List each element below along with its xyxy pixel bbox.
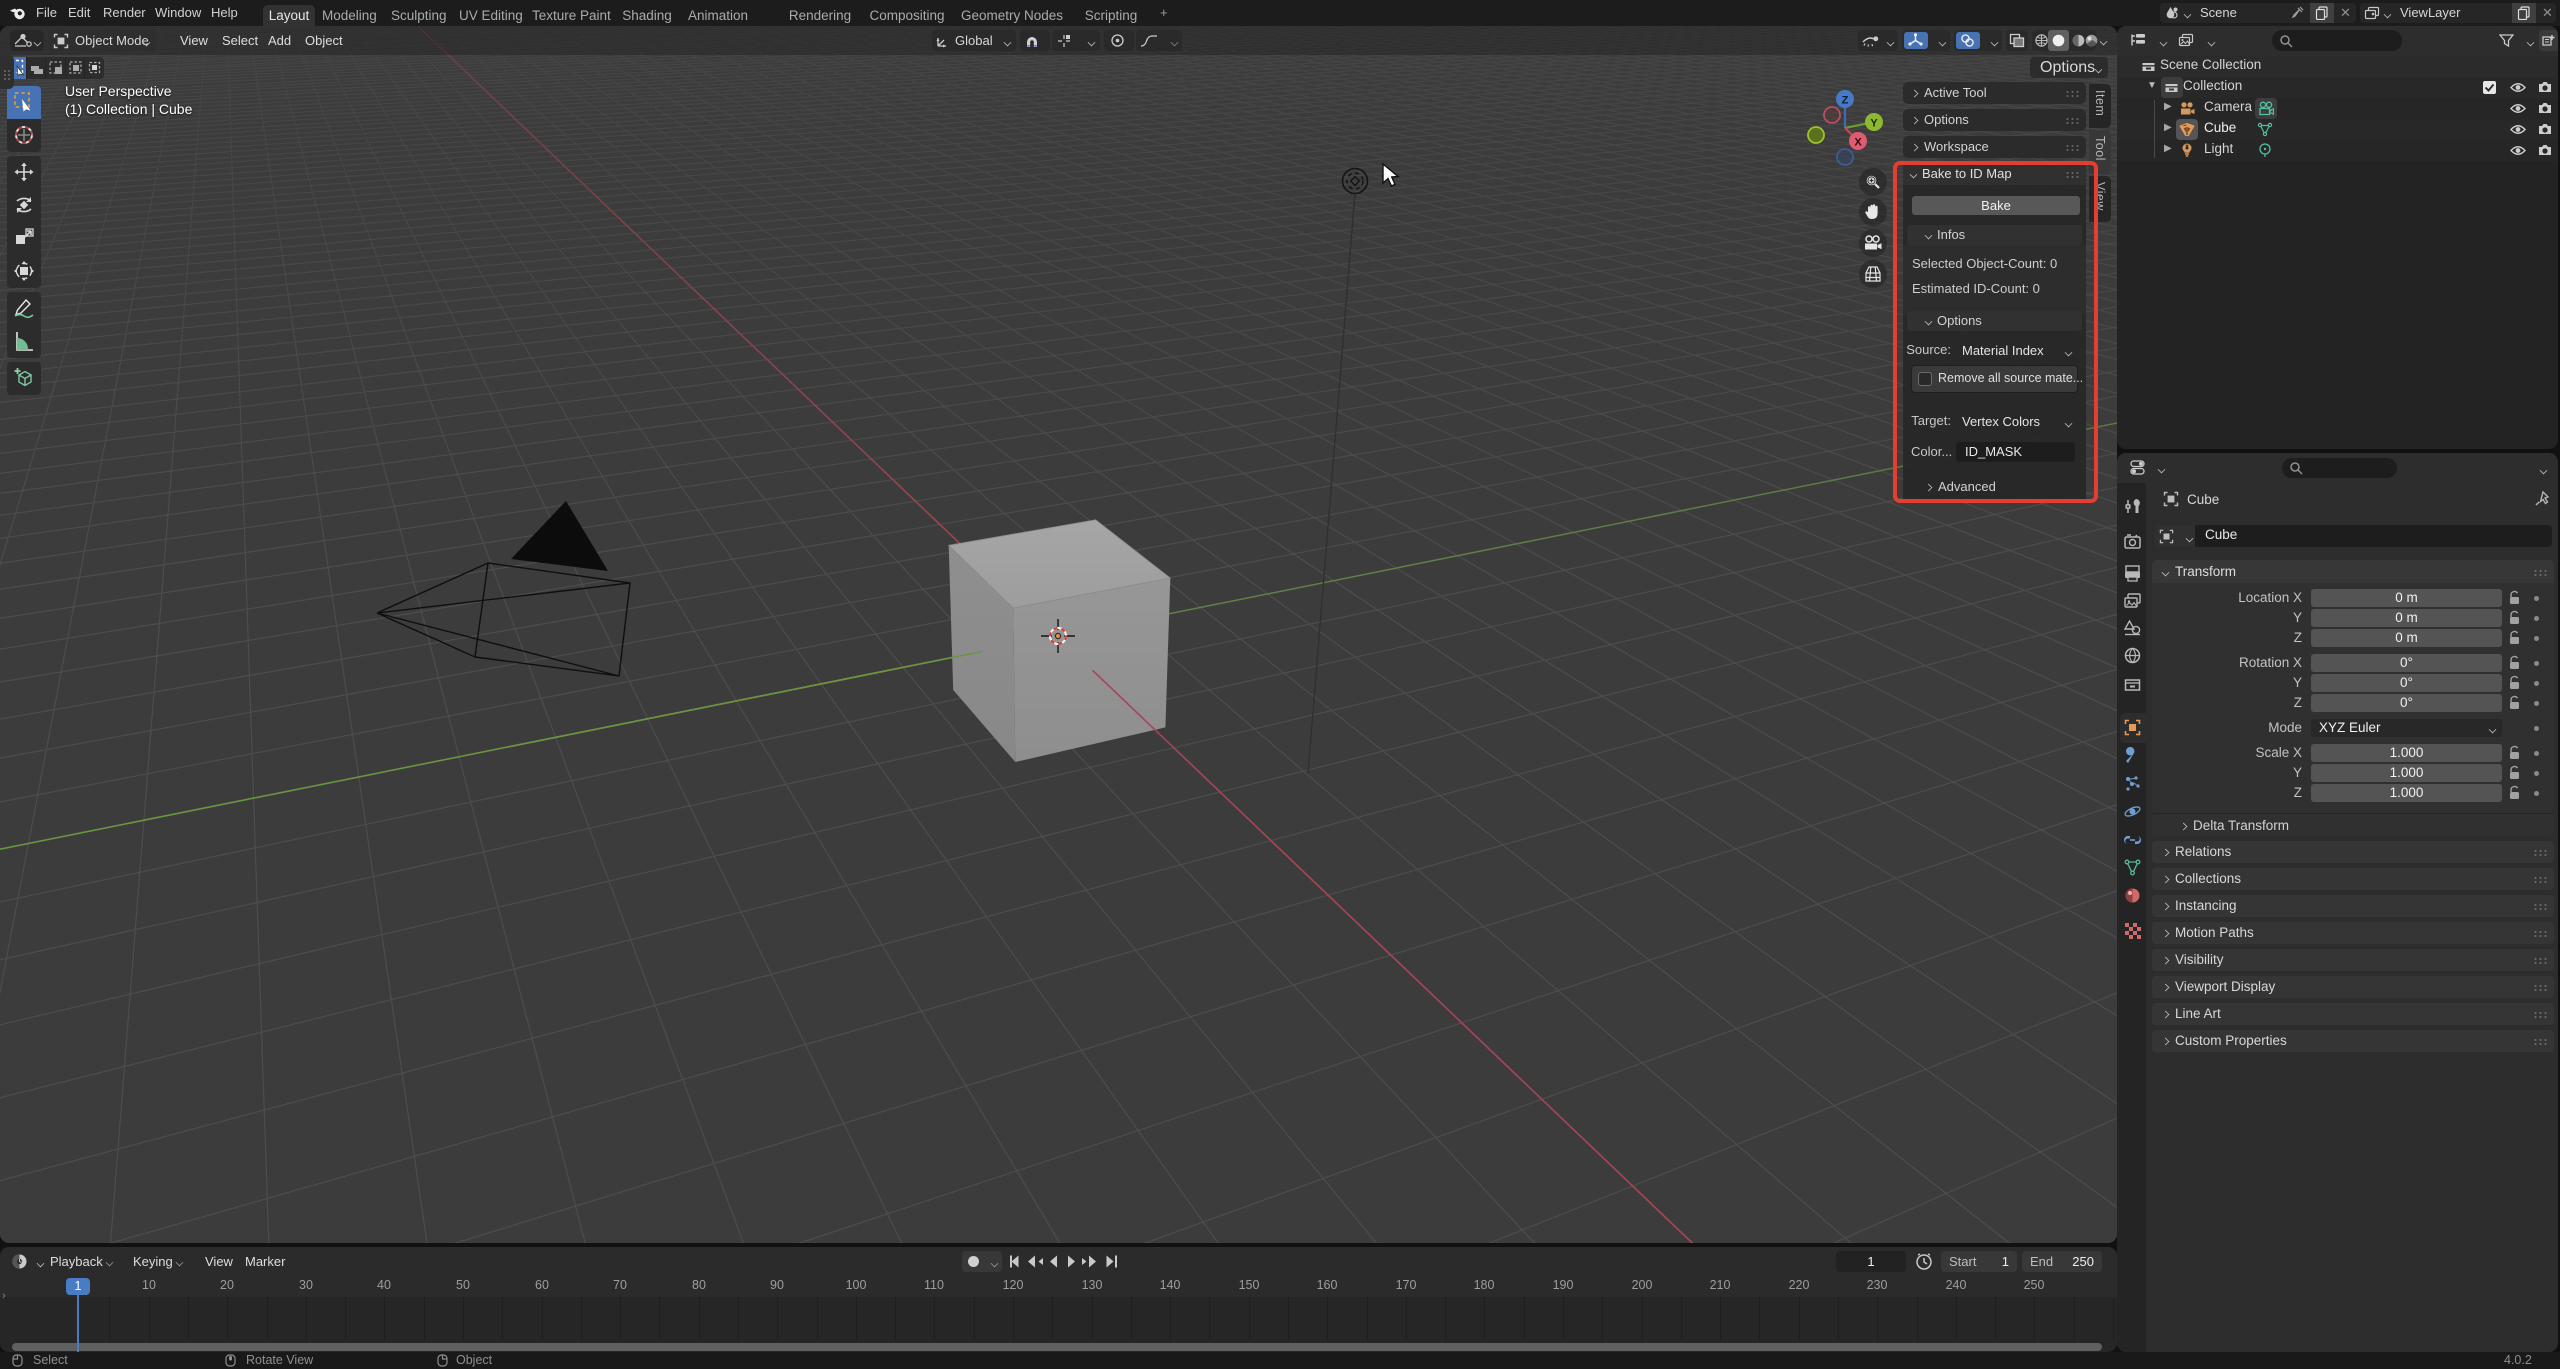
- svg-text:X: X: [1854, 137, 1862, 149]
- svg-text:Z: Z: [1842, 95, 1849, 107]
- svg-text:Y: Y: [1870, 118, 1878, 130]
